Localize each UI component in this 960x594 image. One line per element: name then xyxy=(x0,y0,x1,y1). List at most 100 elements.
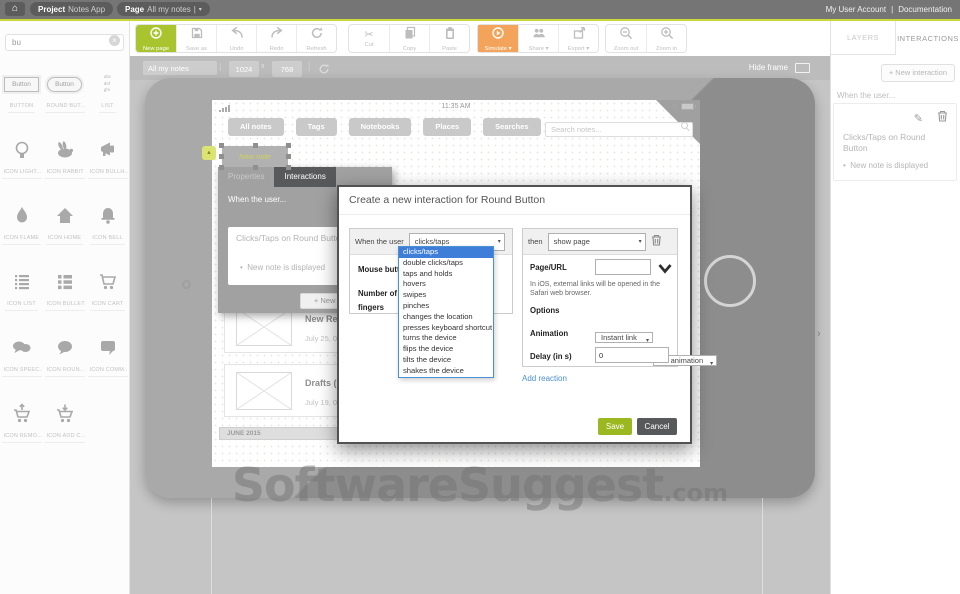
dropdown-option[interactable]: flips the device xyxy=(399,344,493,355)
tablet-home-button[interactable] xyxy=(704,255,756,307)
expand-pages-icon[interactable] xyxy=(658,261,672,279)
dropdown-option[interactable]: turns the device xyxy=(399,333,493,344)
selection-handle[interactable] xyxy=(219,154,224,159)
share-button[interactable]: Share ▾ xyxy=(518,25,558,52)
new-interaction-button[interactable]: + New interaction xyxy=(881,64,955,82)
tab-layers[interactable]: LAYERS xyxy=(831,21,895,55)
scissors-icon: ✂ xyxy=(364,29,373,41)
edit-pencil-icon[interactable]: ✎ xyxy=(914,112,923,125)
hide-frame-button[interactable]: Hide frame xyxy=(749,63,788,72)
selection-handle[interactable] xyxy=(286,165,291,170)
page-width-input[interactable] xyxy=(229,61,259,77)
top-right-links: My User Account | Documentation xyxy=(826,0,952,19)
library-item-flame[interactable]: ICON FLAME xyxy=(0,195,43,261)
page-name-input[interactable] xyxy=(143,61,217,75)
top-bar: ⌂ Project Notes App Page All my notes | … xyxy=(0,0,960,19)
undo-button[interactable]: Undo xyxy=(216,25,256,52)
notes-tab[interactable]: Places xyxy=(423,118,471,136)
notes-tab[interactable]: Notebooks xyxy=(349,118,412,136)
library-item-remove-cart[interactable]: ICON REMO... xyxy=(0,393,43,459)
library-item-home[interactable]: ICON HOME xyxy=(43,195,86,261)
library-item-bullets[interactable]: ICON BULLETS xyxy=(43,261,86,327)
redo-icon xyxy=(270,26,284,45)
selected-new-note-button[interactable]: New note xyxy=(222,146,288,167)
dropdown-option[interactable]: shakes the device xyxy=(399,366,493,377)
save-button[interactable]: Save xyxy=(598,418,632,435)
tab-interactions[interactable]: INTERACTIONS xyxy=(895,21,960,55)
library-item-lightbulb[interactable]: ICON LIGHT... xyxy=(0,129,43,195)
notes-tab[interactable]: Tags xyxy=(296,118,337,136)
dimension-x-label: x xyxy=(261,63,265,70)
library-item-comment[interactable]: ICON COMM... xyxy=(86,327,129,393)
cancel-button[interactable]: Cancel xyxy=(637,418,677,435)
library-item-list[interactable]: abcdefghi LIST xyxy=(86,63,129,129)
delay-input[interactable] xyxy=(595,347,669,363)
selection-handle[interactable] xyxy=(286,154,291,159)
library-item-speech[interactable]: ICON SPEEC... xyxy=(0,327,43,393)
selection-handle[interactable] xyxy=(253,165,258,170)
documentation-link[interactable]: Documentation xyxy=(898,5,952,14)
library-item-list-icon[interactable]: ICON LIST xyxy=(0,261,43,327)
account-link[interactable]: My User Account xyxy=(826,5,886,14)
dropdown-option[interactable]: hovers xyxy=(399,279,493,290)
dropdown-option[interactable]: double clicks/taps xyxy=(399,258,493,269)
trash-icon[interactable] xyxy=(937,109,948,127)
library-item-round-button[interactable]: Button ROUND BUT... xyxy=(43,63,86,129)
refresh-button[interactable]: Refresh xyxy=(296,25,336,52)
tab-interactions[interactable]: Interactions xyxy=(274,167,335,187)
library-item-bullhorn[interactable]: ICON BULLH... xyxy=(86,129,129,195)
export-button[interactable]: Export ▾ xyxy=(558,25,598,52)
interaction-item: • New note is displayed xyxy=(843,161,928,170)
dropdown-option[interactable]: presses keyboard shortcut xyxy=(399,323,493,334)
library-item-bell[interactable]: ICON BELL xyxy=(86,195,129,261)
selection-badge[interactable]: ▲ xyxy=(202,146,216,160)
selection-handle[interactable] xyxy=(286,143,291,148)
chevron-down-icon[interactable]: ▾ xyxy=(199,6,202,13)
interaction-card[interactable]: ✎ Clicks/Taps on Round Button • New note… xyxy=(833,103,957,181)
tab-properties[interactable]: Properties xyxy=(218,167,274,187)
page-height-input[interactable] xyxy=(272,61,302,77)
dropdown-option[interactable]: pinches xyxy=(399,301,493,312)
notes-tab[interactable]: Searches xyxy=(483,118,540,136)
library-item-cart[interactable]: ICON CART xyxy=(86,261,129,327)
notes-search-input[interactable] xyxy=(545,122,693,137)
library-item-button[interactable]: Button BUTTON xyxy=(0,63,43,129)
zoom-out-button[interactable]: Zoom out xyxy=(606,25,646,52)
project-name: Notes App xyxy=(68,5,105,14)
library-item-round-speech[interactable]: ICON ROUN... xyxy=(43,327,86,393)
cut-button[interactable]: ✂ Cut xyxy=(349,25,389,52)
library-search-input[interactable] xyxy=(5,34,124,51)
dropdown-option[interactable]: tilts the device xyxy=(399,355,493,366)
page-url-input[interactable] xyxy=(595,259,651,275)
new-page-button[interactable]: New page xyxy=(136,25,176,52)
dropdown-option[interactable]: changes the location xyxy=(399,312,493,323)
dropdown-option[interactable]: clicks/taps xyxy=(399,247,493,258)
copy-button[interactable]: Copy xyxy=(389,25,429,52)
frame-icon[interactable] xyxy=(795,63,810,73)
page-guide-right xyxy=(762,498,763,594)
add-reaction-link[interactable]: Add reaction xyxy=(522,374,567,383)
notes-tab[interactable]: All notes xyxy=(228,118,284,136)
library-item-rabbit[interactable]: ICON RABBIT xyxy=(43,129,86,195)
home-icon[interactable]: ⌂ xyxy=(5,2,25,16)
redo-button[interactable]: Redo xyxy=(256,25,296,52)
collapse-panel-arrow[interactable]: › xyxy=(817,328,821,340)
selection-handle[interactable] xyxy=(253,143,258,148)
selection-handle[interactable] xyxy=(219,143,224,148)
page-pill[interactable]: Page All my notes | ▾ xyxy=(117,2,210,16)
simulate-button[interactable]: Simulate ▾ xyxy=(478,25,518,52)
dropdown-option[interactable]: swipes xyxy=(399,290,493,301)
paste-button[interactable]: Paste xyxy=(429,25,469,52)
options-select[interactable]: Instant link ▾ xyxy=(595,332,653,343)
dropdown-option[interactable]: taps and holds xyxy=(399,269,493,280)
trash-icon[interactable] xyxy=(651,233,662,251)
zoom-in-button[interactable]: Zoom in xyxy=(646,25,686,52)
status-time: 11:35 AM xyxy=(212,103,700,110)
library-item-add-cart[interactable]: ICON ADD C... xyxy=(43,393,86,459)
reaction-select[interactable]: show page ▾ xyxy=(548,233,646,251)
notes-search xyxy=(545,119,693,134)
selection-handle[interactable] xyxy=(219,165,224,170)
save-as-button[interactable]: Save as xyxy=(176,25,216,52)
clear-search-icon[interactable]: × xyxy=(109,35,120,46)
project-pill[interactable]: Project Notes App xyxy=(30,2,113,16)
